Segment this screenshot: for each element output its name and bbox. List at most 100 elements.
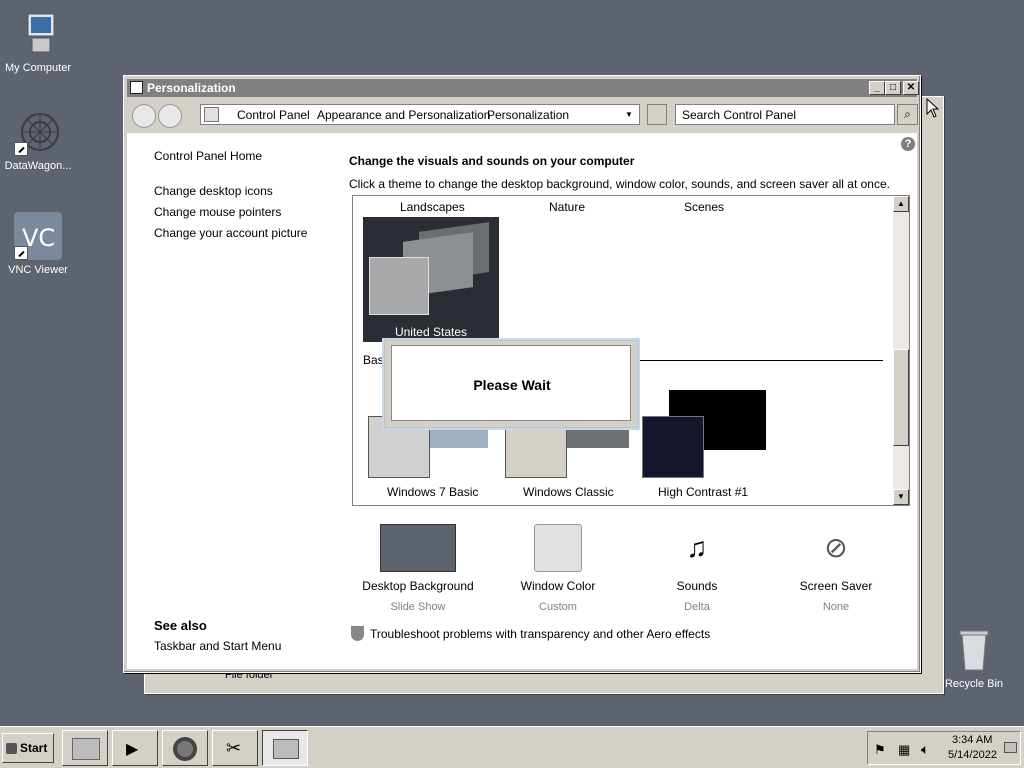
maximize-button[interactable]: □: [885, 81, 901, 95]
shield-icon: [351, 626, 364, 641]
basic-themes-divider: [633, 360, 883, 361]
change-desktop-icons-link[interactable]: Change desktop icons: [154, 184, 273, 198]
page-heading: Change the visuals and sounds on your co…: [349, 154, 635, 168]
breadcrumb-personalization[interactable]: Personalization: [487, 108, 569, 122]
search-input[interactable]: Search Control Panel: [675, 104, 895, 125]
close-button[interactable]: ✕: [903, 81, 919, 95]
sounds-item[interactable]: ♫ Sounds Delta: [637, 524, 757, 613]
sounds-label: Sounds: [676, 579, 718, 593]
theme-preview-image: [430, 428, 488, 448]
search-icon[interactable]: ⌕: [897, 104, 918, 125]
desktop-background-item[interactable]: Desktop Background Slide Show: [358, 524, 478, 613]
flag-icon[interactable]: ⚑: [874, 742, 886, 758]
taskbar-start-menu-link[interactable]: Taskbar and Start Menu: [154, 639, 281, 653]
computer-icon: [14, 10, 62, 58]
windows-logo-icon: [6, 743, 17, 754]
control-panel-icon: [273, 739, 299, 759]
taskbar-explorer-button[interactable]: [62, 730, 108, 766]
troubleshoot-link[interactable]: Troubleshoot problems with transparency …: [370, 627, 710, 641]
desktop-icon-vnc-viewer[interactable]: VC VNC Viewer: [0, 212, 76, 276]
scroll-up-button[interactable]: ▲: [893, 196, 909, 212]
control-panel-icon: [204, 107, 219, 122]
theme-windows-classic-label: Windows Classic: [523, 485, 614, 499]
dialog-message: Please Wait: [473, 377, 551, 393]
theme-preview-image: [567, 428, 629, 448]
sounds-icon: ♫: [686, 532, 708, 563]
screen-saver-icon: ⊘: [824, 532, 848, 563]
volume-icon[interactable]: 🔈︎: [921, 741, 929, 758]
desktop-background-label: Desktop Background: [362, 579, 474, 593]
taskbar-media-player-button[interactable]: ▶: [112, 730, 158, 766]
theme-list-scrollbar[interactable]: ▲ ▼: [893, 196, 909, 505]
change-account-picture-link[interactable]: Change your account picture: [154, 226, 307, 240]
shortcut-arrow-icon: [14, 142, 28, 156]
show-desktop-icon[interactable]: [1004, 742, 1017, 753]
taskbar-control-panel-button[interactable]: [262, 730, 308, 766]
folder-icon: [72, 738, 100, 760]
back-button[interactable]: [132, 104, 156, 128]
screen-saver-item[interactable]: ⊘ Screen Saver None: [776, 524, 896, 613]
window-color-value: Custom: [539, 601, 577, 613]
control-panel-home-link[interactable]: Control Panel Home: [154, 149, 262, 163]
theme-united-states[interactable]: United States: [363, 217, 499, 342]
window-color-label: Window Color: [520, 579, 596, 593]
taskbar-tools-button[interactable]: ✂: [212, 730, 258, 766]
screen-saver-label: Screen Saver: [799, 579, 873, 593]
theme-preview-image: [642, 416, 704, 478]
sounds-value: Delta: [684, 601, 710, 613]
help-icon[interactable]: ?: [901, 137, 915, 151]
address-bar[interactable]: Control Panel Appearance and Personaliza…: [200, 104, 640, 125]
window-color-item[interactable]: Window Color Custom: [498, 524, 618, 613]
scroll-down-button[interactable]: ▼: [893, 489, 909, 505]
chrome-icon: [173, 737, 197, 761]
desktop-icon-label: VNC Viewer: [8, 264, 68, 276]
screen-saver-value: None: [822, 601, 850, 613]
vnc-icon: VC: [14, 212, 62, 260]
theme-windows-7-basic-label: Windows 7 Basic: [387, 485, 479, 499]
clock-time[interactable]: 3:34 AM: [952, 734, 992, 746]
scrollbar-thumb[interactable]: [893, 349, 909, 446]
theme-name-label: United States: [394, 325, 468, 339]
breadcrumb-appearance[interactable]: Appearance and Personalization: [317, 108, 490, 122]
minimize-button[interactable]: _: [869, 81, 885, 95]
network-icon[interactable]: ▦: [898, 742, 910, 758]
desktop-background-value: Slide Show: [390, 601, 446, 613]
desktop-icon-label: Recycle Bin: [944, 678, 1004, 690]
start-label: Start: [20, 741, 48, 755]
shortcut-arrow-icon: [14, 246, 28, 260]
desktop-icon-datawagon[interactable]: DataWagon...: [0, 108, 76, 172]
desktop-icon-recycle-bin[interactable]: Recycle Bin: [936, 626, 1012, 690]
recycle-bin-icon: [950, 626, 998, 674]
theme-high-contrast-label: High Contrast #1: [658, 485, 749, 499]
window-icon: [130, 81, 143, 94]
page-description: Click a theme to change the desktop back…: [349, 177, 890, 191]
title-bar[interactable]: Personalization _ □ ✕: [127, 79, 919, 97]
window-color-icon: [534, 524, 582, 572]
desktop-background-icon: [380, 524, 456, 572]
theme-high-contrast[interactable]: [642, 390, 766, 478]
start-button[interactable]: Start: [2, 733, 54, 763]
tools-icon: ✂: [226, 738, 242, 758]
see-also-title: See also: [154, 618, 207, 633]
refresh-button[interactable]: [647, 104, 667, 125]
address-row: Control Panel Appearance and Personaliza…: [127, 100, 918, 130]
desktop-icon-label: My Computer: [4, 62, 72, 74]
desktop-icon-label: DataWagon...: [4, 160, 72, 172]
window-title: Personalization: [147, 81, 236, 95]
forward-button[interactable]: [158, 104, 182, 128]
theme-preview-image: [369, 257, 429, 315]
media-player-icon: ▶: [126, 741, 139, 758]
desktop-icon-my-computer[interactable]: My Computer: [0, 10, 76, 74]
theme-scenes[interactable]: Scenes: [684, 200, 724, 214]
datawagon-icon: [14, 108, 62, 156]
mouse-cursor-icon: [926, 97, 940, 121]
taskbar-chrome-button[interactable]: [162, 730, 208, 766]
theme-nature[interactable]: Nature: [549, 200, 585, 214]
please-wait-dialog: Please Wait: [384, 340, 638, 428]
breadcrumb-control-panel[interactable]: Control Panel: [237, 108, 310, 122]
system-tray: ⚑ ▦ 🔈︎ 3:34 AM 5/14/2022: [867, 731, 1021, 765]
clock-date[interactable]: 5/14/2022: [948, 749, 997, 761]
change-mouse-pointers-link[interactable]: Change mouse pointers: [154, 205, 281, 219]
theme-landscapes[interactable]: Landscapes: [400, 200, 465, 214]
address-dropdown-icon[interactable]: ▼: [625, 110, 633, 119]
